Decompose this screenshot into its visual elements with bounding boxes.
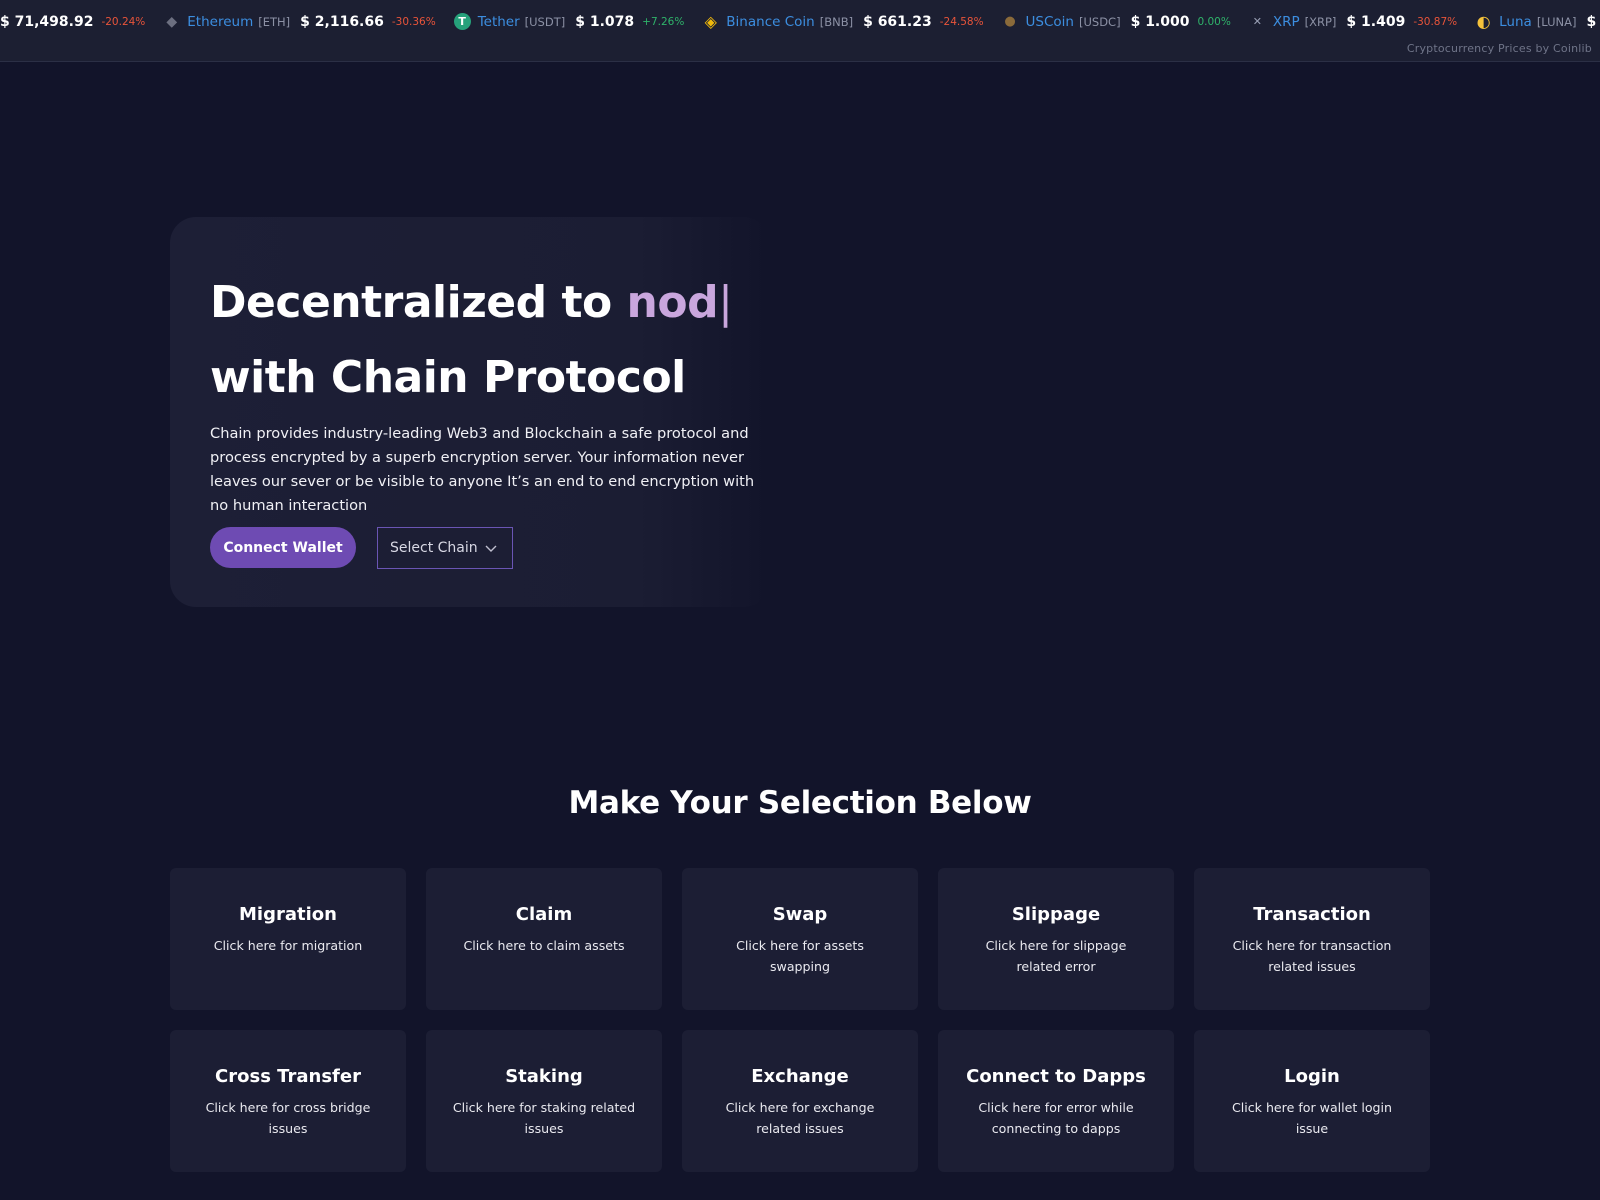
ticker-item[interactable]: ◐Luna[LUNA]$ 0.069-27.01% [1475,12,1600,31]
ticker-track: $ 71,498.92 -20.24% ◆ Ethereum [ETH] $ 2,116.… [0,12,1600,31]
hero-title: Decentralized to nod| with Chain Protoco… [210,265,770,415]
hero-description: Chain provides industry-leading Web3 and… [210,425,755,514]
hero-title-prefix: Decentralized to [210,277,627,328]
card-description: Click here for error while connecting to… [978,1100,1134,1136]
ticker-change: +7.26% [642,15,685,28]
card-description: Click here for slippage related error [985,938,1127,974]
ticker-coin-name: Tether [477,13,520,30]
card-title: Swap [772,904,828,925]
ticker-coin-name: Luna [1499,13,1532,30]
selection-card-transaction[interactable]: Transaction Click here for transaction re… [1194,868,1430,1010]
ticker-coin-name: Ethereum [187,13,254,30]
card-description: Click here for cross bridge issues [205,1100,371,1136]
card-title: Login [1284,1066,1340,1087]
ticker-price: $ 1.078 [575,13,635,30]
ticker-coin-symbol: [USDC] [1079,14,1121,29]
ticker-credit-link[interactable]: Cryptocurrency Prices by Coinlib [1407,42,1592,55]
ticker-price: $ 0.069 [1586,13,1600,30]
ticker-change: -20.24% [101,15,146,28]
ticker-price: $ 1.000 [1130,13,1190,30]
tether-icon: T [453,13,471,30]
ticker-coin-name: USCoin [1025,13,1074,30]
selection-card-cross-transfer[interactable]: Cross Transfer Click here for cross bridg… [170,1030,406,1172]
select-chain-label: Select Chain [390,540,478,556]
ticker-coin-name: Binance Coin [726,13,815,30]
hero-title-typed-word: nod [626,277,719,328]
ethereum-icon: ◆ [166,13,178,30]
card-description: Click here to claim assets [463,938,625,953]
ticker-price: $ 71,498.92 [0,13,94,30]
ticker-item[interactable]: T Tether [USDT] $ 1.078 +7.26% [453,13,685,30]
ticker-change: -24.58% [939,15,984,28]
card-title: Cross Transfer [215,1066,361,1087]
usdc-icon: ● [1004,14,1016,29]
selection-card-staking[interactable]: Staking Click here for staking related is… [426,1030,662,1172]
selection-card-slippage[interactable]: Slippage Click here for slippage related … [938,868,1174,1010]
card-description: Click here for exchange related issues [725,1100,875,1136]
ticker-change: -30.36% [391,15,436,28]
selection-card-exchange[interactable]: Exchange Click here for exchange related … [682,1030,918,1172]
hero-card: Decentralized to nod| with Chain Protoco… [170,217,770,607]
ticker-price: $ 1.409 [1346,13,1406,30]
hero-title-line2: with Chain Protocol [210,352,686,403]
ticker-item[interactable]: ● USCoin [USDC] $ 1.000 0.00% [1002,13,1231,30]
chevron-down-icon [485,545,497,552]
card-title: Claim [515,904,573,925]
selection-card-claim[interactable]: Claim Click here to claim assets [426,868,662,1010]
ticker-item[interactable]: ◆ Ethereum [ETH] $ 2,116.66 -30.36% [163,13,435,30]
selection-section-title: Make Your Selection Below [568,785,1032,821]
ticker-price: $ 2,116.66 [300,13,384,30]
card-title: Migration [239,904,337,925]
selection-card-connect-to-dapps[interactable]: Connect to Dapps Click here for error whi… [938,1030,1174,1172]
ticker-change: 0.00% [1197,15,1231,28]
ticker-coin-symbol: [ETH] [258,14,291,29]
ticker-coin-symbol: [USDT] [524,14,566,29]
ticker-item[interactable]: $ 71,498.92 -20.24% [0,14,145,30]
luna-icon: ◐ [1476,12,1491,31]
connect-wallet-button[interactable]: Connect Wallet [210,527,356,568]
selection-card-grid: Migration Click here for migration Claim Cl… [170,868,1430,1172]
card-description: Click here for migration [213,938,363,953]
ticker-change: -30.87% [1413,15,1458,28]
binance-coin-icon: ◈ [704,12,717,31]
ticker-coin-symbol: [XRP] [1304,14,1337,29]
card-title: Connect to Dapps [966,1066,1146,1087]
ticker-price: $ 661.23 [863,13,932,30]
card-title: Transaction [1253,904,1371,925]
ticker-item[interactable]: ✕ XRP [XRP] $ 1.409 -30.87% [1248,13,1458,30]
ticker-coin-symbol: [LUNA] [1536,14,1577,29]
xrp-icon: ✕ [1248,13,1266,30]
selection-card-migration[interactable]: Migration Click here for migration [170,868,406,1010]
ticker-coin-name: XRP [1272,13,1300,30]
card-title: Slippage [1011,904,1101,925]
card-title: Exchange [751,1066,849,1087]
card-description: Click here for assets swapping [736,938,864,974]
card-description: Click here for transaction related issue… [1232,938,1392,974]
card-description: Click here for staking related issues [452,1100,636,1136]
ticker-item[interactable]: ◈ Binance Coin [BNB] $ 661.23 -24.58% [702,12,984,31]
card-title: Staking [505,1066,583,1087]
card-description: Click here for wallet login issue [1231,1100,1393,1136]
selection-card-login[interactable]: Login Click here for wallet login issue [1194,1030,1430,1172]
ticker-coin-symbol: [BNB] [819,14,854,29]
typing-cursor: | [718,277,733,328]
select-chain-dropdown[interactable]: Select Chain [377,527,513,569]
selection-card-swap[interactable]: Swap Click here for assets swapping [682,868,918,1010]
crypto-price-ticker: $ 71,498.92 -20.24% ◆ Ethereum [ETH] $ 2,116.… [0,0,1600,62]
